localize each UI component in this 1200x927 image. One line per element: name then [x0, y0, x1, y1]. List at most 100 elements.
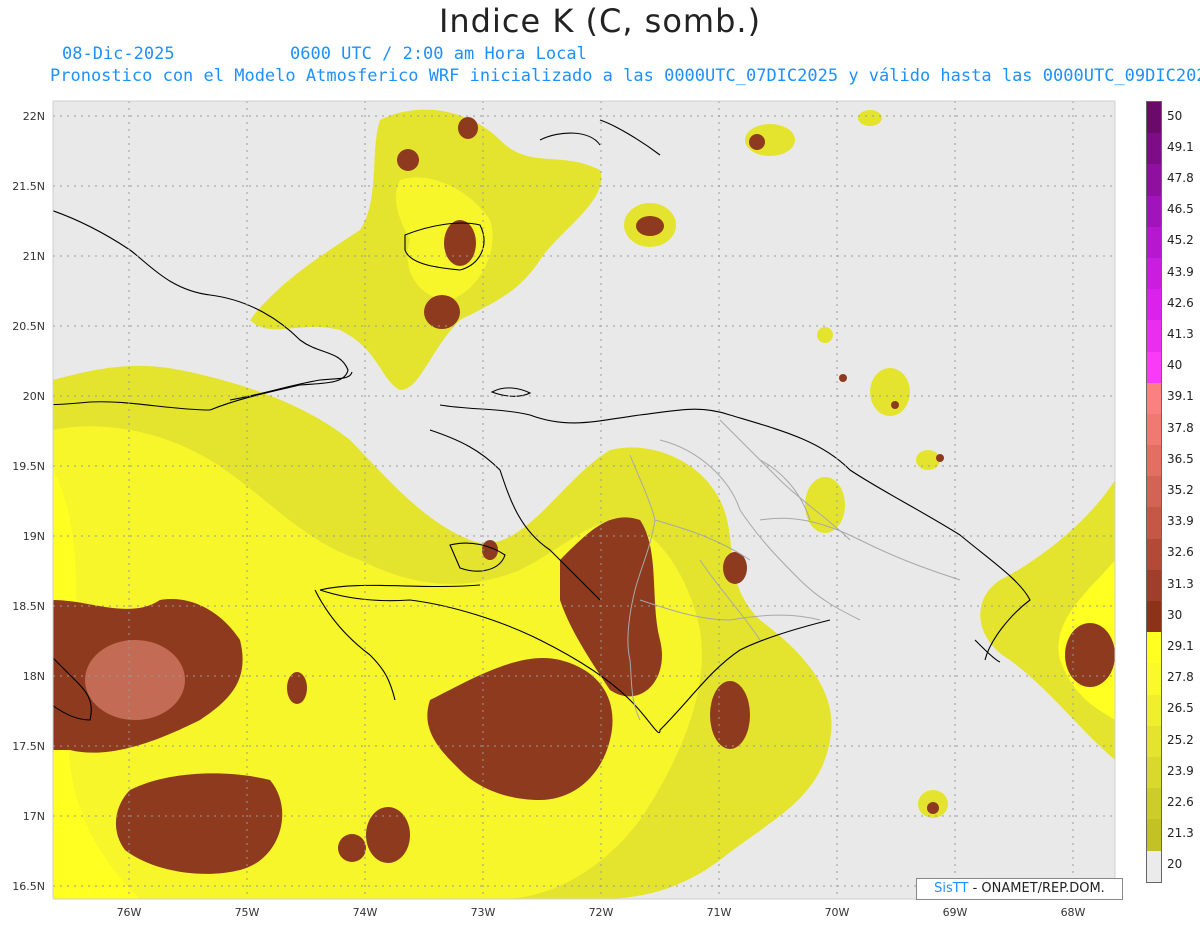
high-k-7: [458, 117, 478, 139]
colorbar-label: 26.5: [1167, 701, 1194, 716]
lat-label: 21.5N: [12, 180, 45, 193]
high-k-14: [927, 802, 939, 814]
colorbar: [1146, 101, 1162, 883]
colorbar-label: 47.8: [1167, 171, 1194, 185]
colorbar-swatch: [1147, 632, 1161, 664]
colorbar-label: 30: [1167, 607, 1183, 622]
colorbar-swatch: [1147, 507, 1161, 539]
lat-label: 22N: [23, 110, 45, 123]
high-k-15: [839, 374, 847, 382]
colorbar-swatch: [1147, 819, 1161, 851]
colorbar-swatch: [1147, 382, 1161, 414]
colorbar-label: 50: [1167, 108, 1183, 123]
colorbar-label: 31.3: [1167, 576, 1194, 591]
high-k-southwest: [115, 773, 283, 874]
colorbar-swatch: [1147, 195, 1161, 227]
high-k-13: [287, 672, 307, 704]
longitude-labels: 76W 75W 74W 73W 72W 71W 70W 69W 68W: [117, 906, 1086, 919]
colorbar-label: 41.3: [1167, 327, 1194, 341]
high-k-10: [749, 134, 765, 150]
lon-label: 69W: [943, 906, 968, 919]
colorbar-label: 32.6: [1167, 545, 1194, 560]
colorbar-swatch: [1147, 257, 1161, 290]
colorbar-swatch: [1147, 569, 1161, 601]
colorbar-label: 35.2: [1167, 483, 1194, 497]
field-blob-5: [916, 450, 940, 470]
field-blob-4: [805, 477, 845, 533]
colorbar-swatch: [1147, 663, 1161, 695]
lat-label: 18.5N: [12, 600, 45, 613]
high-k-11: [723, 552, 747, 584]
lon-label: 71W: [707, 906, 732, 919]
colorbar-label: 39.1: [1167, 389, 1194, 404]
lon-label: 73W: [471, 906, 496, 919]
colorbar-label: 23.9: [1167, 763, 1194, 778]
lon-label: 72W: [589, 906, 614, 919]
lon-label: 76W: [117, 906, 142, 919]
high-k-5: [424, 295, 460, 329]
lat-label: 16.5N: [12, 880, 45, 893]
sistt-logo: SisTT: [934, 881, 969, 896]
high-k-3: [338, 834, 366, 862]
lat-label: 17N: [23, 810, 45, 823]
colorbar-label: 46.5: [1167, 202, 1194, 217]
lon-label: 75W: [235, 906, 260, 919]
colorbar-label: 43.9: [1167, 264, 1194, 279]
colorbar-swatch: [1147, 351, 1161, 383]
high-k-6: [444, 220, 476, 266]
lon-label: 74W: [353, 906, 378, 919]
high-k-16: [891, 401, 899, 409]
lat-label: 20.5N: [12, 320, 45, 333]
credit-box: SisTT - ONAMET/REP.DOM.: [916, 878, 1123, 900]
colorbar-swatch: [1147, 850, 1161, 882]
field-blob-8: [858, 110, 882, 126]
high-k-1: [710, 681, 750, 749]
field-blob-7: [817, 327, 833, 343]
colorbar-swatch: [1147, 164, 1161, 196]
high-k-2: [366, 807, 410, 863]
colorbar-swatch: [1147, 413, 1161, 446]
colorbar-label: 40: [1167, 358, 1183, 373]
colorbar-label: 29.1: [1167, 639, 1194, 653]
lat-label: 18N: [23, 670, 45, 683]
colorbar-swatch: [1147, 756, 1161, 789]
colorbar-swatch: [1147, 694, 1161, 726]
latitude-labels: 22N 21.5N 21N 20.5N 20N 19.5N 19N 18.5N …: [12, 110, 45, 893]
colorbar-swatch: [1147, 601, 1161, 633]
colorbar-swatch: [1147, 476, 1161, 508]
colorbar-swatch: [1147, 289, 1161, 321]
colorbar-label: 37.8: [1167, 420, 1194, 435]
lon-label: 68W: [1061, 906, 1086, 919]
colorbar-label: 22.6: [1167, 795, 1194, 809]
colorbar-label: 33.9: [1167, 514, 1194, 529]
colorbar-label: 45.2: [1167, 233, 1194, 248]
lat-label: 19N: [23, 530, 45, 543]
colorbar-label: 42.6: [1167, 295, 1194, 310]
colorbar-swatch: [1147, 226, 1161, 258]
high-k-9: [636, 216, 664, 236]
colorbar-swatch: [1147, 445, 1161, 477]
lat-label: 21N: [23, 250, 45, 263]
colorbar-swatch: [1147, 133, 1161, 165]
lat-label: 17.5N: [12, 740, 45, 753]
colorbar-swatch: [1147, 538, 1161, 570]
colorbar-swatch: [1147, 102, 1161, 134]
colorbar-label: 25.2: [1167, 732, 1194, 747]
colorbar-swatch: [1147, 788, 1161, 820]
high-k-8: [397, 149, 419, 171]
colorbar-label: 49.1: [1167, 139, 1194, 154]
credit-org: - ONAMET/REP.DOM.: [968, 881, 1105, 896]
colorbar-swatch: [1147, 725, 1161, 757]
colorbar-label: 21.3: [1167, 826, 1194, 841]
colorbar-label: 27.8: [1167, 670, 1194, 685]
colorbar-label: 20: [1167, 857, 1183, 872]
high-k-17: [936, 454, 944, 462]
lon-label: 70W: [825, 906, 850, 919]
colorbar-label: 36.5: [1167, 451, 1194, 466]
lat-label: 20N: [23, 390, 45, 403]
high-k-west-core: [85, 640, 185, 720]
k-index-map: 22N 21.5N 21N 20.5N 20N 19.5N 19N 18.5N …: [12, 100, 1116, 919]
field-blob-3: [870, 368, 910, 416]
lat-label: 19.5N: [12, 460, 45, 473]
colorbar-swatch: [1147, 320, 1161, 352]
